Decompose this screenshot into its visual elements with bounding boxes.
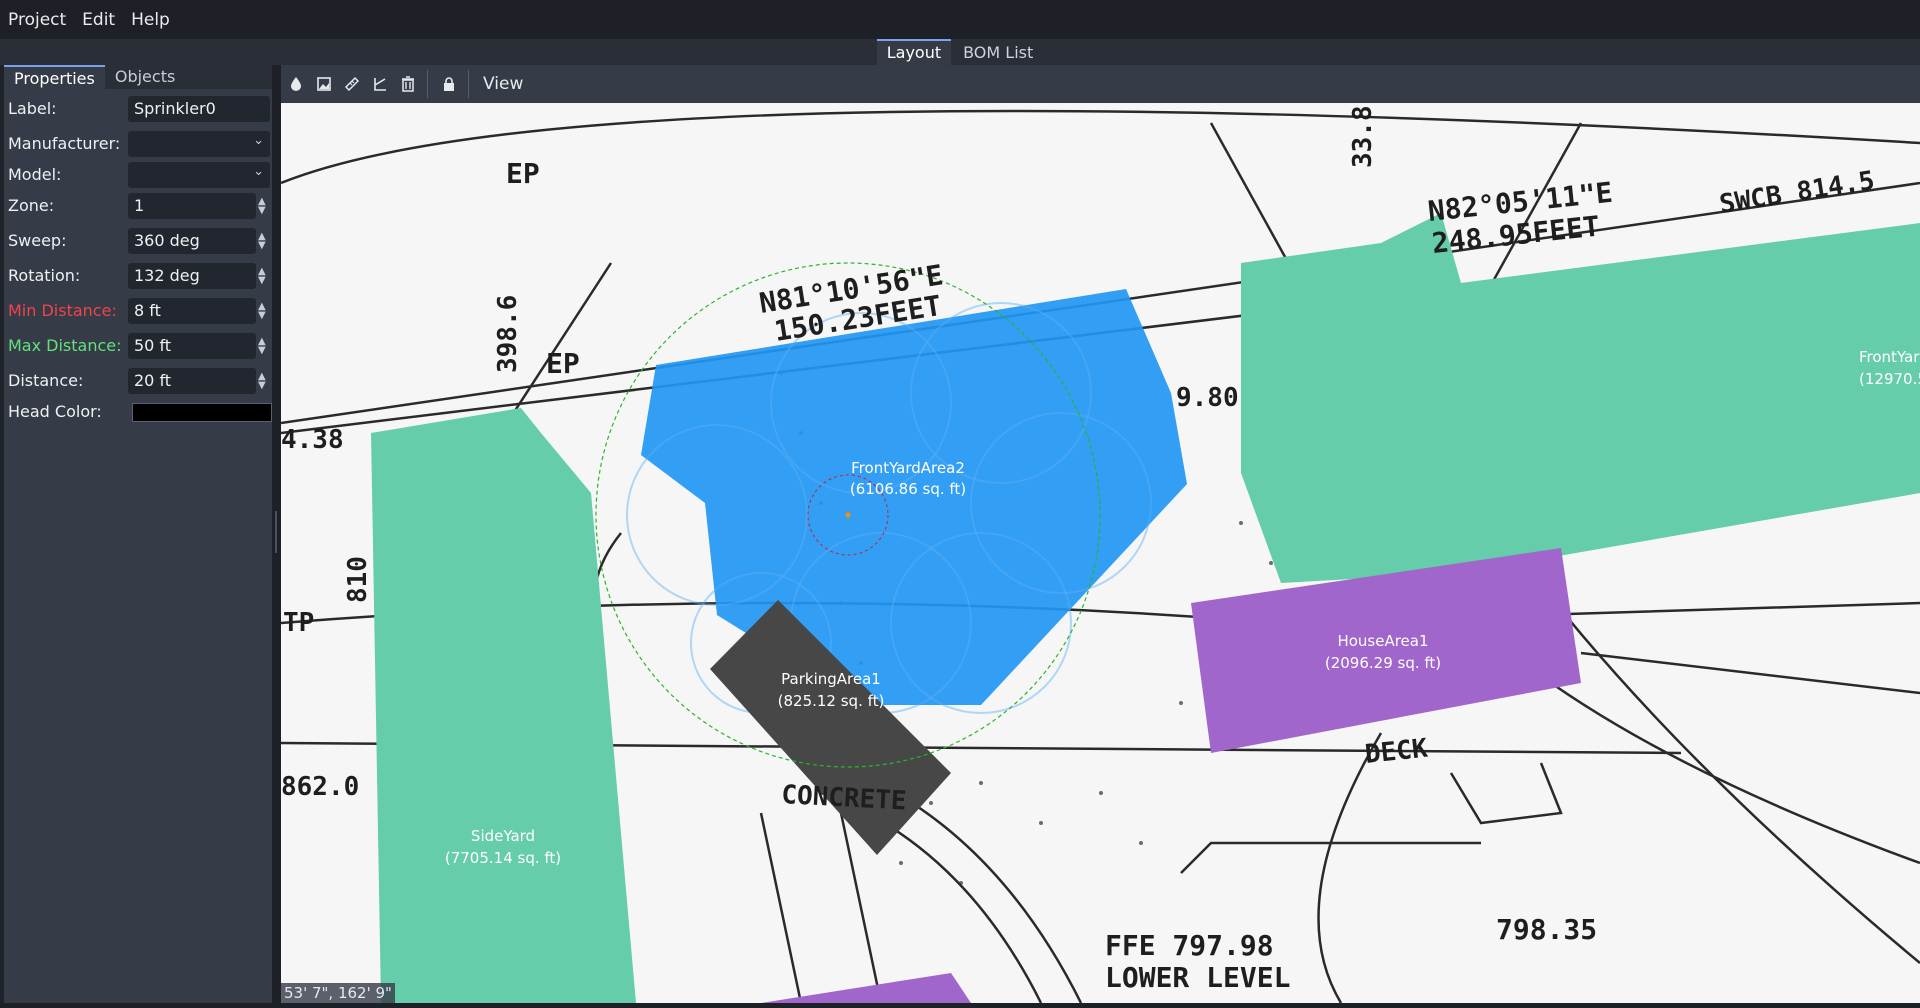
main-tab-bar: Layout BOM List <box>0 39 1920 65</box>
area-label-parking: ParkingArea1 <box>781 670 881 688</box>
menu-project[interactable]: Project <box>2 10 72 30</box>
sweep-spinbox[interactable]: 360 deg <box>128 228 256 254</box>
toolbar-separator <box>427 70 428 98</box>
view-menu-button[interactable]: View <box>475 74 531 94</box>
map-text-ffe: FFE 797.98 <box>1105 929 1274 962</box>
tab-properties[interactable]: Properties <box>4 65 105 89</box>
map-text-798: 798.35 <box>1496 913 1597 946</box>
map-text-438: 4.38 <box>281 425 344 455</box>
label-label: Label: <box>8 99 57 118</box>
min-distance-spinbox[interactable]: 8 ft <box>128 298 256 324</box>
distance-spinbox[interactable]: 20 ft <box>128 368 256 394</box>
toolbar-separator <box>468 70 469 98</box>
panel-splitter[interactable] <box>273 65 281 1003</box>
trash-icon[interactable] <box>395 71 421 97</box>
area-label-house: HouseArea1 <box>1337 632 1428 650</box>
zone-row: Zone: 1 ▲ ▼ <box>4 191 272 221</box>
tab-objects[interactable]: Objects <box>105 65 185 89</box>
max-distance-row: Max Distance: 50 ft ▲ ▼ <box>4 331 272 361</box>
model-row: Model: ⌄ <box>4 160 272 190</box>
map-text-862: 862.0 <box>281 772 359 802</box>
map-text-398-6: 398.6 <box>493 295 523 373</box>
sprinkler-head[interactable] <box>845 512 851 518</box>
manufacturer-row: Manufacturer: ⌄ <box>4 129 272 159</box>
menu-bar: Project Edit Help <box>0 0 1920 39</box>
rotation-label: Rotation: <box>8 266 81 285</box>
canvas-toolbar: View <box>281 65 1920 103</box>
tab-layout[interactable]: Layout <box>876 39 952 65</box>
max-distance-spinbox[interactable]: 50 ft <box>128 333 256 359</box>
model-select[interactable]: ⌄ <box>128 162 270 188</box>
splitter-grip[interactable] <box>275 511 277 553</box>
sweep-label: Sweep: <box>8 231 67 250</box>
cursor-coordinates: 53' 7", 162' 9" <box>281 983 395 1003</box>
zone-spinbox[interactable]: 1 <box>128 193 256 219</box>
map-text-ep-2: EP <box>546 347 580 380</box>
map-text-980: 9.80 <box>1176 383 1239 413</box>
tab-bom-list[interactable]: BOM List <box>953 41 1043 65</box>
properties-panel: Properties Objects Label: Sprinkler0 Man… <box>4 65 272 1003</box>
layout-canvas[interactable]: EP EP N81°10'56"E 150.23FEET N82°05'11"E… <box>281 103 1920 1003</box>
min-distance-row: Min Distance: 8 ft ▲ ▼ <box>4 296 272 326</box>
area-size-front-yard-2: (6106.86 sq. ft) <box>850 480 966 498</box>
area-size-parking: (825.12 sq. ft) <box>778 692 885 710</box>
distance-row: Distance: 20 ft ▲ ▼ <box>4 366 272 396</box>
menu-help[interactable]: Help <box>125 10 176 30</box>
lock-icon[interactable] <box>436 71 462 97</box>
site-plan[interactable]: EP EP N81°10'56"E 150.23FEET N82°05'11"E… <box>281 103 1920 1003</box>
map-text-33-8: 33.8 <box>1348 105 1378 168</box>
head-color-row: Head Color: <box>4 397 272 427</box>
menu-edit[interactable]: Edit <box>76 10 121 30</box>
area-label-front-yard: FrontYardArea <box>1859 348 1920 366</box>
area-size-house: (2096.29 sq. ft) <box>1325 654 1441 672</box>
polygon-icon[interactable] <box>367 71 393 97</box>
spin-arrows-icon[interactable]: ▲ ▼ <box>258 267 266 286</box>
spin-arrows-icon[interactable]: ▲ ▼ <box>258 302 266 321</box>
map-text-810: 810 <box>343 556 373 603</box>
sweep-row: Sweep: 360 deg ▲ ▼ <box>4 226 272 256</box>
zone-label: Zone: <box>8 196 55 215</box>
head-color-label: Head Color: <box>8 402 102 421</box>
head-color-picker[interactable] <box>132 403 272 422</box>
model-label: Model: <box>8 165 62 184</box>
label-row: Label: Sprinkler0 <box>4 94 272 124</box>
label-field[interactable]: Sprinkler0 <box>128 96 270 122</box>
map-text-lower-level: LOWER LEVEL <box>1105 961 1290 994</box>
ruler-icon[interactable] <box>339 71 365 97</box>
image-icon[interactable] <box>311 71 337 97</box>
map-text-tp: TP <box>283 608 314 638</box>
min-distance-label: Min Distance: <box>8 301 117 320</box>
spin-arrows-icon[interactable]: ▲ ▼ <box>258 197 266 216</box>
chevron-down-icon: ⌄ <box>253 164 264 179</box>
water-drop-icon[interactable] <box>283 71 309 97</box>
panel-tab-bar: Properties Objects <box>4 65 272 89</box>
area-label-front-yard-2: FrontYardArea2 <box>851 459 965 477</box>
spin-arrows-icon[interactable]: ▲ ▼ <box>258 372 266 391</box>
max-distance-label: Max Distance: <box>8 336 122 355</box>
manufacturer-select[interactable]: ⌄ <box>128 131 270 157</box>
spin-arrows-icon[interactable]: ▲ ▼ <box>258 337 266 356</box>
distance-label: Distance: <box>8 371 84 390</box>
area-label-side-yard: SideYard <box>471 827 535 845</box>
manufacturer-label: Manufacturer: <box>8 134 121 153</box>
spin-arrows-icon[interactable]: ▲ ▼ <box>258 232 266 251</box>
rotation-row: Rotation: 132 deg ▲ ▼ <box>4 261 272 291</box>
rotation-spinbox[interactable]: 132 deg <box>128 263 256 289</box>
chevron-down-icon: ⌄ <box>253 133 264 148</box>
status-strip <box>0 1003 1920 1008</box>
map-text-ep-1: EP <box>506 157 540 190</box>
area-size-front-yard: (12970.59 sq. ft) <box>1859 370 1920 388</box>
area-size-side-yard: (7705.14 sq. ft) <box>445 849 561 867</box>
